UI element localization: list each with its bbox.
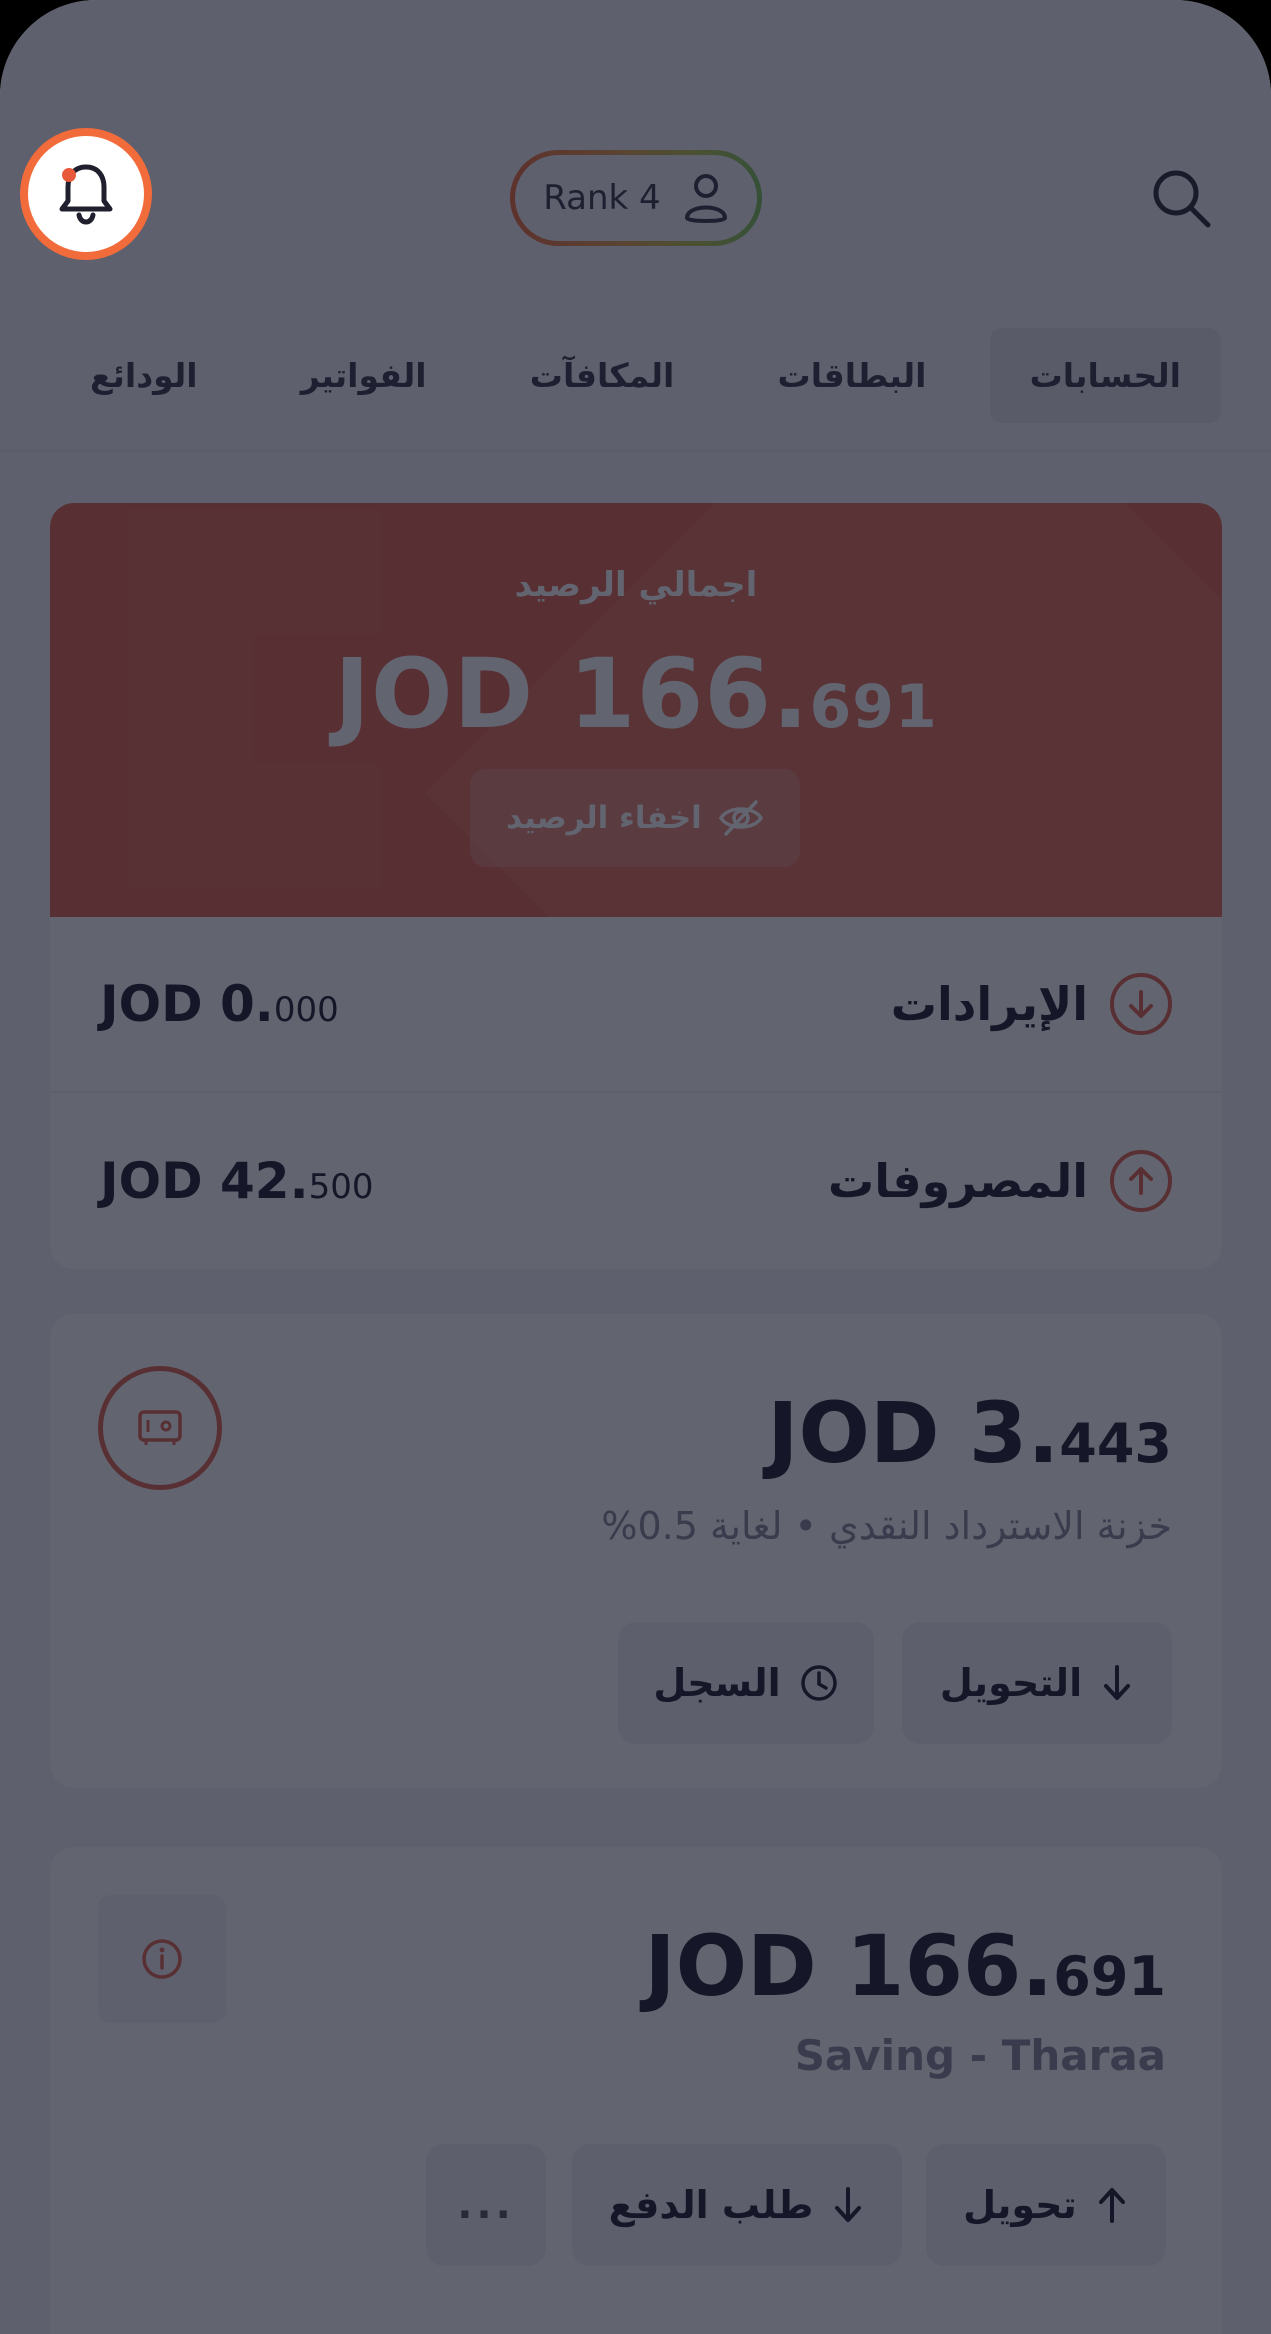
notification-dot — [62, 168, 76, 182]
app-screen: Rank 4 الحسابات البطاقات المكافآت الفوات… — [0, 0, 1271, 2334]
saving-transfer-button[interactable]: تحويل — [926, 2144, 1166, 2266]
request-payment-button[interactable]: طلب الدفع — [572, 2144, 902, 2266]
balance-integer: JOD 166. — [334, 638, 810, 750]
info-button[interactable] — [98, 1895, 226, 2023]
expense-row[interactable]: المصروفات JOD 42.500 — [50, 1093, 1222, 1269]
more-options-label: ... — [457, 2182, 515, 2228]
hide-balance-label: اخفاء الرصيد — [506, 800, 702, 836]
vault-transfer-button[interactable]: التحويل — [902, 1622, 1172, 1744]
income-row[interactable]: الإيرادات JOD 0.000 — [50, 917, 1222, 1093]
rank-label: Rank 4 — [543, 178, 661, 218]
hide-balance-button[interactable]: اخفاء الرصيد — [470, 769, 800, 867]
info-icon — [142, 1939, 182, 1979]
request-payment-label: طلب الدفع — [608, 2183, 814, 2227]
arrow-up-circle-icon — [1110, 1150, 1172, 1212]
vault-integer: JOD 3. — [767, 1384, 1060, 1482]
search-button[interactable] — [1141, 158, 1221, 238]
saving-amount: JOD 166.691 — [644, 1917, 1166, 2015]
eye-off-icon — [718, 800, 763, 836]
vault-history-label: السجل — [653, 1661, 781, 1705]
saving-decimals: 691 — [1053, 1945, 1166, 2008]
expense-decimals: 500 — [308, 1167, 374, 1207]
tabs-divider — [0, 450, 1271, 452]
total-balance-card: اجمالي الرصيد JOD 166.691 اخفاء الرصيد — [50, 503, 1222, 917]
rank-badge[interactable]: Rank 4 — [510, 150, 762, 246]
expense-integer: JOD 42. — [100, 1152, 309, 1210]
income-integer: JOD 0. — [100, 975, 274, 1033]
balance-decimals: 691 — [809, 672, 938, 742]
tab-cards[interactable]: البطاقات — [738, 328, 967, 423]
saving-transfer-label: تحويل — [963, 2183, 1077, 2227]
clock-icon — [800, 1665, 837, 1701]
tab-bills[interactable]: الفواتير — [261, 328, 467, 423]
vault-description: خزنة الاسترداد النقدي • لغاية 0.5% — [601, 1504, 1172, 1548]
vault-history-button[interactable]: السجل — [618, 1622, 874, 1744]
cashflow-summary: الإيرادات JOD 0.000 المصروفات JOD 42.500 — [50, 917, 1222, 1269]
expense-label: المصروفات — [827, 1154, 1088, 1208]
more-options-button[interactable]: ... — [426, 2144, 546, 2266]
arrow-down-icon — [835, 2187, 862, 2222]
tab-accounts[interactable]: الحسابات — [989, 327, 1221, 423]
saving-account-card[interactable]: JOD 166.691 Saving - Tharaa تحويل طلب ال… — [50, 1847, 1222, 2334]
arrow-down-icon — [1104, 1665, 1131, 1700]
balance-amount: JOD 166.691 — [50, 638, 1222, 750]
notifications-button[interactable] — [20, 128, 152, 260]
saving-integer: JOD 166. — [644, 1917, 1054, 2015]
main-tabs: الحسابات البطاقات المكافآت الفواتير الود… — [0, 300, 1271, 450]
safe-icon — [98, 1366, 222, 1490]
tab-deposits[interactable]: الودائع — [50, 328, 238, 423]
vault-amount: JOD 3.443 — [767, 1384, 1172, 1482]
vault-decimals: 443 — [1059, 1412, 1172, 1475]
search-icon — [1153, 170, 1211, 228]
income-label: الإيرادات — [890, 977, 1088, 1031]
arrow-down-circle-icon — [1110, 973, 1172, 1035]
balance-label: اجمالي الرصيد — [514, 565, 758, 605]
saving-account-name: Saving - Tharaa — [794, 2031, 1166, 2080]
arrow-up-icon — [1098, 2188, 1125, 2223]
income-value: JOD 0.000 — [100, 975, 339, 1033]
vault-transfer-label: التحويل — [939, 1661, 1083, 1705]
cashback-vault-card[interactable]: JOD 3.443 خزنة الاسترداد النقدي • لغاية … — [50, 1314, 1222, 1788]
income-decimals: 000 — [273, 990, 339, 1030]
expense-value: JOD 42.500 — [100, 1152, 374, 1210]
tab-rewards[interactable]: المكافآت — [490, 328, 715, 423]
person-icon — [684, 174, 727, 223]
